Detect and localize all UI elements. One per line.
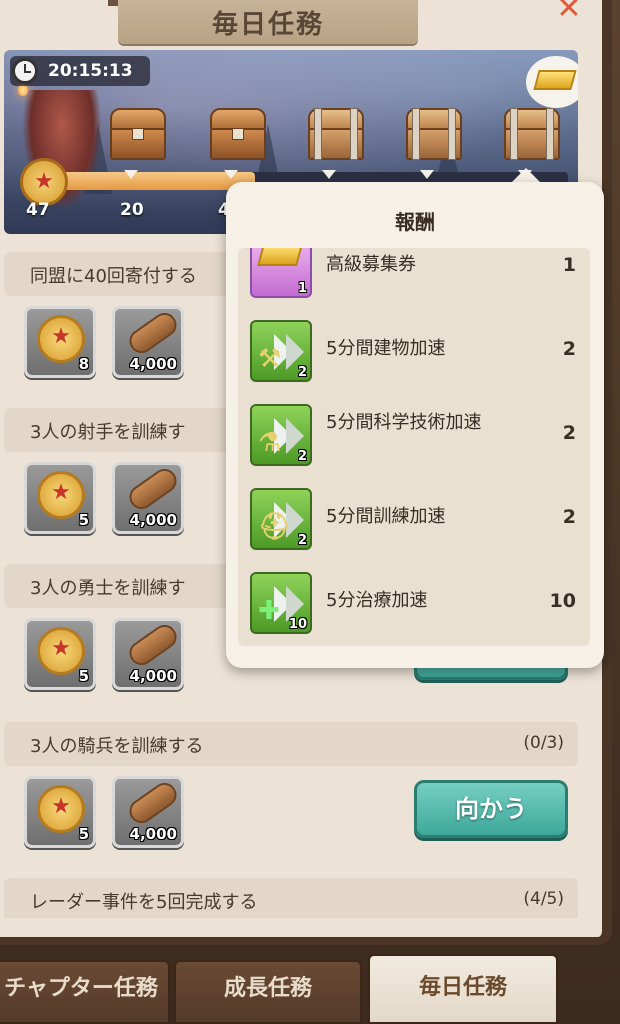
wood-log-icon [124,308,182,358]
icon-qty: 2 [297,449,307,464]
heal-cross-icon: ✚ [258,596,280,626]
reward-qty: 4,000 [129,667,177,685]
task-item: レーダー事件を5回完成する (4/5) [4,878,578,918]
gold-ticket-icon [257,248,303,266]
reward-chest-closed[interactable] [406,108,462,162]
reward-count: 2 [562,422,576,444]
recruit-ticket-icon: 1 [250,248,312,298]
task-progress: (0/3) [523,733,564,753]
task-header: レーダー事件を5回完成する (4/5) [4,878,578,918]
gold-bar-bubble[interactable] [526,56,578,108]
task-name: 3人の勇士を訓練す [30,578,186,599]
tab-growth[interactable]: 成長任務 [174,960,362,1024]
reward-slot[interactable]: 8 [24,306,96,378]
reward-item: ✚ 10 5分治療加速 10 [238,566,590,646]
chest-lock [232,128,244,140]
activity-medal-icon: ★ [20,158,68,206]
milestone-marker [124,170,138,179]
reward-chest-closed[interactable] [308,108,364,162]
task-name: 3人の騎兵を訓練する [30,736,204,757]
icon-qty: 2 [297,365,307,380]
reward-slot[interactable]: 5 [24,776,96,848]
reward-slot[interactable]: 4,000 [112,618,184,690]
reward-qty: 5 [78,667,89,685]
page-title: 毎日任務 [211,10,324,40]
task-name: 同盟に40回寄付する [30,266,197,287]
chest-lock [132,128,144,140]
speedup-icon: ✚ 10 [250,572,312,634]
task-name: レーダー事件を5回完成する [30,892,258,913]
reward-name: 5分間科学技術加速 [326,412,482,433]
chest-band [350,108,358,160]
reward-slot[interactable]: 4,000 [112,306,184,378]
reward-chest-closed[interactable] [504,108,560,162]
task-name: 3人の射手を訓練す [30,422,186,443]
reward-qty: 4,000 [129,355,177,373]
reward-qty: 4,000 [129,511,177,529]
close-icon[interactable]: ✕ [552,0,586,24]
reward-qty: 5 [78,511,89,529]
reward-name: 高級募集券 [326,254,416,275]
reward-item: ⚒ 2 5分間建物加速 2 [238,314,590,398]
tab-chapter[interactable]: チャプター任務 [0,960,170,1024]
hammer-icon: ⚒ [258,344,282,374]
task-item: 3人の騎兵を訓練する (0/3) 5 4,000 向かう [4,722,578,864]
flask-icon: ⚗ [258,428,282,458]
wood-log-icon [124,464,182,514]
current-score: 47 [26,200,50,220]
reward-count: 2 [562,338,576,360]
reward-chest-open[interactable] [110,108,166,162]
speedup-icon: ⛑ 2 [250,488,312,550]
milestone-marker [420,170,434,179]
reward-chest-open[interactable] [210,108,266,162]
chest-lid [110,108,166,130]
chest-lid [210,108,266,130]
reward-slot[interactable]: 5 [24,462,96,534]
chest-band [510,108,518,160]
chest-band [448,108,456,160]
clock-icon [12,58,38,84]
reward-qty: 8 [78,355,89,373]
reward-name: 5分間建物加速 [326,338,446,359]
title-banner: 毎日任務 [118,0,418,44]
milestone-marker [224,170,238,179]
reward-item: ⛑ 2 5分間訓練加速 2 [238,482,590,566]
reward-count: 1 [562,254,576,276]
chest-band [546,108,554,160]
icon-qty: 1 [297,281,307,296]
reward-slot[interactable]: 5 [24,618,96,690]
reward-count: 10 [549,590,576,612]
milestone-label: 20 [120,200,144,220]
task-progress: (4/5) [523,889,564,909]
speedup-icon: ⚗ 2 [250,404,312,466]
wood-log-icon [124,620,182,670]
icon-qty: 2 [297,533,307,548]
reward-count: 2 [562,506,576,528]
gold-bar-icon [533,70,577,90]
go-button[interactable]: 向かう [414,780,568,838]
chest-band [412,108,420,160]
reward-qty: 5 [78,825,89,843]
speedup-icon: ⚒ 2 [250,320,312,382]
task-header: 3人の騎兵を訓練する (0/3) [4,722,578,766]
reward-item: ⚗ 2 5分間科学技術加速 2 [238,398,590,482]
bottom-tab-bar: チャプター任務 成長任務 毎日任務 [0,952,620,1024]
reward-slot[interactable]: 4,000 [112,462,184,534]
reward-item: 1 高級募集券 1 [238,248,590,314]
helmet-icon: ⛑ [258,512,292,542]
wood-log-icon [124,778,182,828]
chest-band [314,108,322,160]
reward-popover: 報酬 1 高級募集券 1 ⚒ 2 5分間建物加速 2 ⚗ 2 5分間科学技術加速… [226,182,604,668]
tab-daily[interactable]: 毎日任務 [368,954,558,1024]
reward-slot[interactable]: 4,000 [112,776,184,848]
reward-name: 5分治療加速 [326,590,428,611]
milestone-marker [322,170,336,179]
icon-qty: 10 [288,617,307,632]
popover-title: 報酬 [395,210,435,234]
timer-text: 20:15:13 [48,61,133,81]
timer-display: 20:15:13 [10,56,150,86]
reward-list: 1 高級募集券 1 ⚒ 2 5分間建物加速 2 ⚗ 2 5分間科学技術加速 2 [238,248,590,646]
reward-name: 5分間訓練加速 [326,506,446,527]
reward-qty: 4,000 [129,825,177,843]
